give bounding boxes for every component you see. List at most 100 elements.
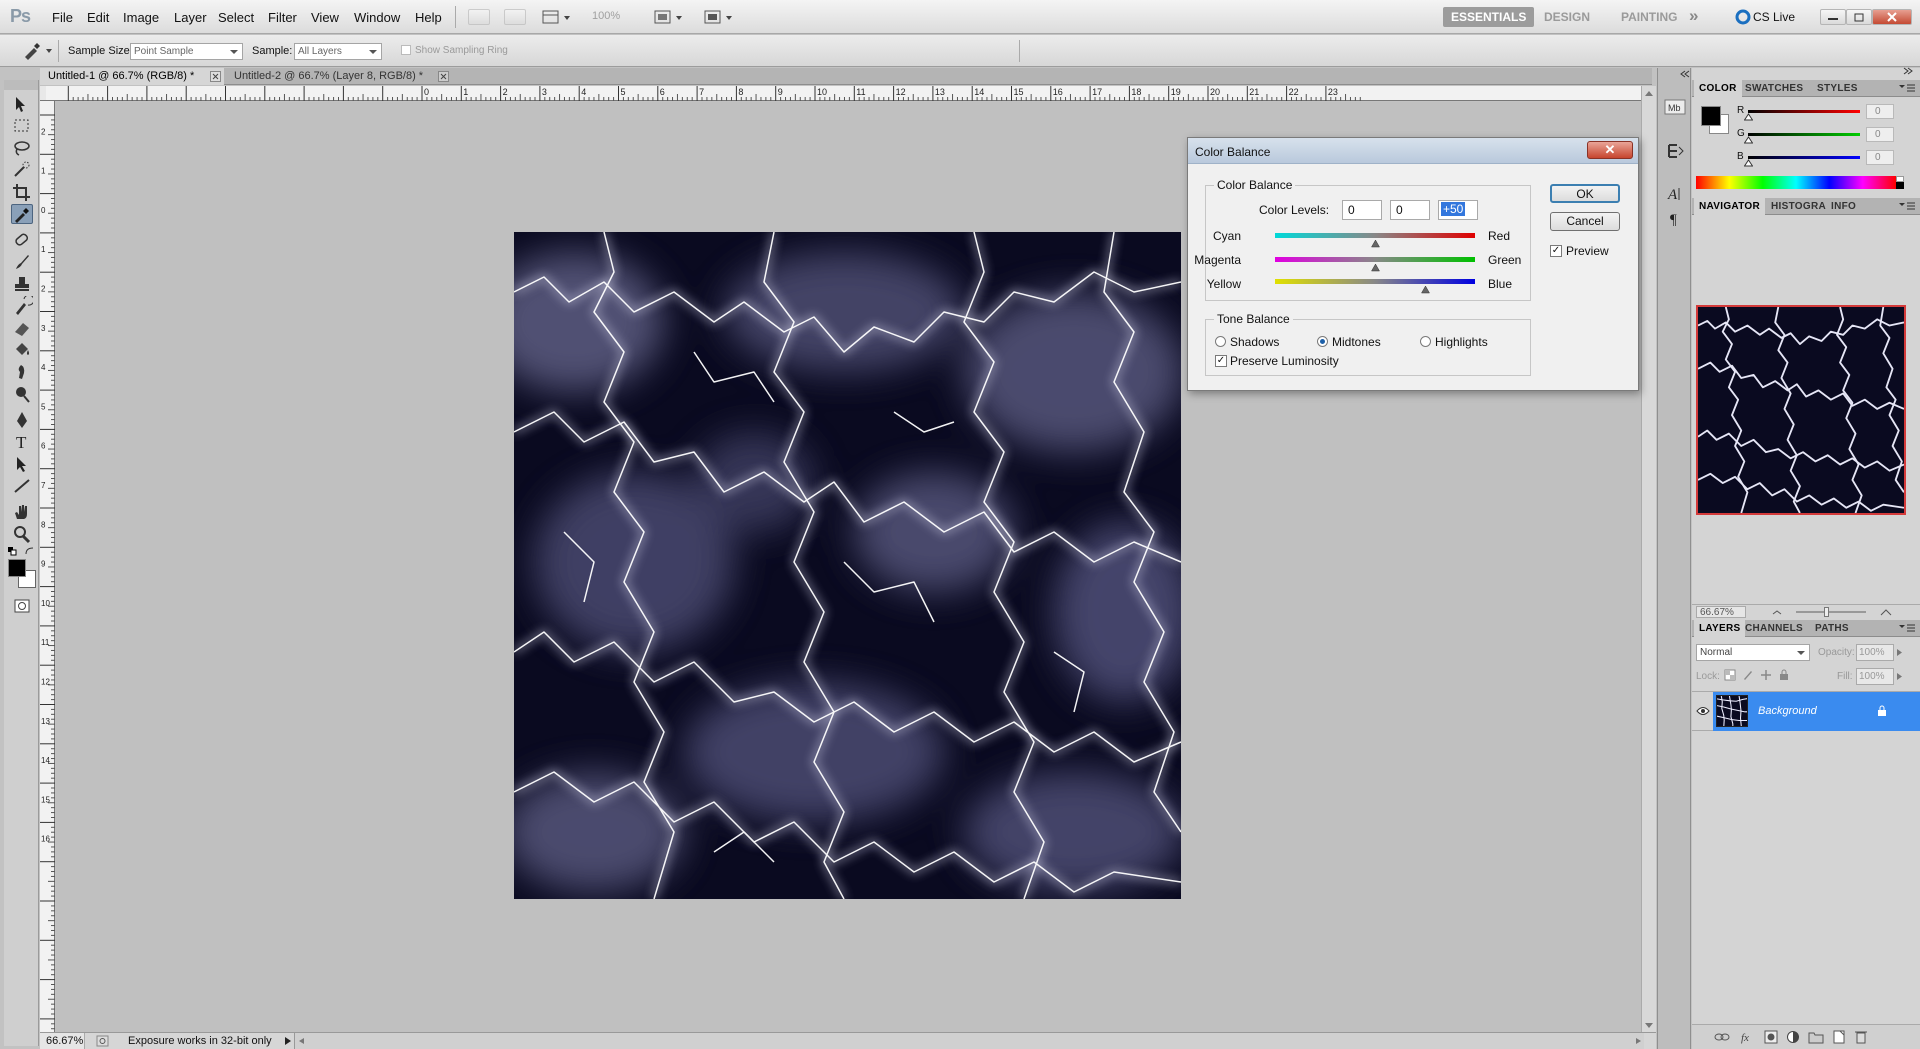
tab-paths[interactable]: PATHS (1810, 620, 1854, 637)
lock-pixels-icon[interactable] (1742, 669, 1754, 681)
tab-histogram[interactable]: HISTOGRAM (1766, 198, 1826, 215)
menu-filter[interactable]: Filter (268, 10, 297, 25)
tab-layers[interactable]: LAYERS (1694, 620, 1746, 637)
tab-styles[interactable]: STYLES (1812, 80, 1863, 97)
zoom-level-menu[interactable]: 100% (592, 10, 620, 22)
navigator-zoom-thumb[interactable] (1824, 607, 1829, 617)
menu-select[interactable]: Select (218, 10, 254, 25)
preserve-luminosity-checkbox[interactable]: ✓ (1215, 355, 1227, 367)
adjustment-layer-icon[interactable] (1786, 1030, 1800, 1044)
history-brush-tool-icon[interactable] (11, 296, 33, 316)
smudge-tool-icon[interactable] (11, 362, 33, 382)
color-b-value[interactable]: 0 (1866, 150, 1894, 165)
new-layer-icon[interactable] (1832, 1029, 1846, 1045)
cyan-red-slider-thumb[interactable] (1370, 240, 1380, 248)
view-extras-icon[interactable] (542, 9, 572, 25)
layer-row-background[interactable]: Background (1692, 691, 1920, 731)
tab-navigator[interactable]: NAVIGATOR (1694, 198, 1766, 215)
ok-button[interactable]: OK (1550, 184, 1620, 203)
vertical-scrollbar[interactable] (1641, 86, 1656, 1032)
color-r-slider[interactable] (1748, 110, 1860, 113)
hand-tool-icon[interactable] (11, 502, 33, 522)
lock-position-icon[interactable] (1760, 669, 1772, 681)
panel-menu-icon[interactable] (1899, 202, 1915, 211)
tab-color[interactable]: COLOR (1694, 80, 1742, 97)
magenta-green-slider[interactable] (1275, 257, 1475, 262)
highlights-radio[interactable] (1420, 336, 1431, 347)
cs-live-icon[interactable] (1735, 9, 1751, 25)
tab-close-icon[interactable] (210, 71, 222, 83)
layer-style-icon[interactable]: fx (1740, 1030, 1756, 1044)
zoom-in-icon[interactable] (1880, 606, 1892, 618)
eyedropper-tool-icon[interactable] (11, 204, 33, 224)
collapse-strip-icon[interactable] (1680, 70, 1690, 78)
minimize-button[interactable] (1820, 9, 1846, 25)
lock-all-icon[interactable] (1778, 669, 1790, 681)
menu-layer[interactable]: Layer (174, 10, 207, 25)
bridge-icon[interactable] (468, 9, 490, 25)
color-r-slider-thumb[interactable] (1744, 113, 1753, 121)
tab-untitled-1[interactable]: Untitled-1 @ 66.7% (RGB/8) * (40, 68, 224, 85)
more-workspaces-icon[interactable]: » (1689, 6, 1698, 26)
arrange-documents-icon[interactable] (652, 9, 686, 25)
layer-visibility-eye-icon[interactable] (1696, 704, 1710, 718)
clone-stamp-tool-icon[interactable] (11, 274, 33, 294)
color-b-slider[interactable] (1748, 156, 1860, 159)
menu-window[interactable]: Window (354, 10, 400, 25)
fill-field[interactable]: 100% (1856, 668, 1894, 685)
new-group-icon[interactable] (1808, 1030, 1824, 1044)
eyedropper-tool-preset-icon[interactable] (22, 42, 54, 60)
sample-dropdown[interactable]: All Layers (294, 43, 382, 60)
brush-tool-icon[interactable] (11, 252, 33, 272)
restore-button[interactable] (1846, 9, 1872, 25)
lock-transparency-icon[interactable] (1724, 669, 1736, 681)
default-colors-icon[interactable] (7, 546, 19, 556)
workspace-essentials[interactable]: ESSENTIALS (1443, 7, 1535, 27)
move-tool-icon[interactable] (11, 94, 33, 114)
line-tool-icon[interactable] (11, 476, 33, 496)
collapse-dock-icon[interactable] (1902, 67, 1914, 77)
color-level-cyan-red-field[interactable]: 0 (1342, 200, 1382, 220)
menu-view[interactable]: View (311, 10, 339, 25)
color-level-yellow-blue-field[interactable]: +50 (1438, 200, 1478, 220)
workspace-painting[interactable]: PAINTING (1613, 7, 1685, 27)
delete-layer-icon[interactable] (1854, 1029, 1868, 1045)
navigator-zoom-slider[interactable] (1796, 611, 1866, 613)
color-level-magenta-green-field[interactable]: 0 (1390, 200, 1430, 220)
paragraph-panel-icon[interactable]: ¶ (1663, 208, 1687, 228)
show-sampling-ring-checkbox[interactable] (401, 45, 411, 55)
dialog-close-button[interactable]: ✕ (1587, 141, 1633, 159)
path-selection-tool-icon[interactable] (11, 454, 33, 474)
color-g-value[interactable]: 0 (1866, 127, 1894, 142)
status-info-icon[interactable] (96, 1035, 110, 1047)
magenta-green-slider-thumb[interactable] (1370, 264, 1380, 272)
sample-size-dropdown[interactable]: Point Sample (130, 43, 243, 60)
lasso-tool-icon[interactable] (11, 138, 33, 158)
midtones-radio[interactable] (1317, 336, 1328, 347)
tab-close-icon[interactable] (438, 71, 450, 83)
zoom-tool-icon[interactable] (11, 524, 33, 544)
quick-mask-icon[interactable] (11, 596, 33, 616)
color-r-value[interactable]: 0 (1866, 104, 1894, 119)
blend-mode-dropdown[interactable]: Normal (1696, 644, 1810, 661)
panel-menu-icon[interactable] (1899, 84, 1915, 93)
shadows-radio[interactable] (1215, 336, 1226, 347)
opacity-slider-arrow-icon[interactable] (1896, 648, 1904, 657)
type-tool-icon[interactable]: T (11, 432, 33, 452)
cancel-button[interactable]: Cancel (1550, 212, 1620, 231)
foreground-color-swatch[interactable] (8, 559, 26, 577)
ramp-black-swatch[interactable] (1896, 182, 1904, 189)
character-panel-icon[interactable]: A (1663, 183, 1687, 203)
navigator-preview[interactable] (1696, 305, 1906, 515)
color-foreground-swatch[interactable] (1701, 106, 1721, 126)
color-g-slider-thumb[interactable] (1744, 136, 1753, 144)
zoom-out-icon[interactable] (1772, 607, 1782, 617)
cyan-red-slider[interactable] (1275, 233, 1475, 238)
tab-info[interactable]: INFO (1826, 198, 1861, 215)
yellow-blue-slider-thumb[interactable] (1420, 286, 1430, 294)
marquee-tool-icon[interactable] (11, 116, 33, 136)
status-menu-arrow-icon[interactable] (283, 1036, 293, 1046)
fill-slider-arrow-icon[interactable] (1896, 672, 1904, 681)
mini-bridge-icon[interactable] (504, 9, 526, 25)
tools-panel-grip[interactable] (4, 80, 38, 90)
